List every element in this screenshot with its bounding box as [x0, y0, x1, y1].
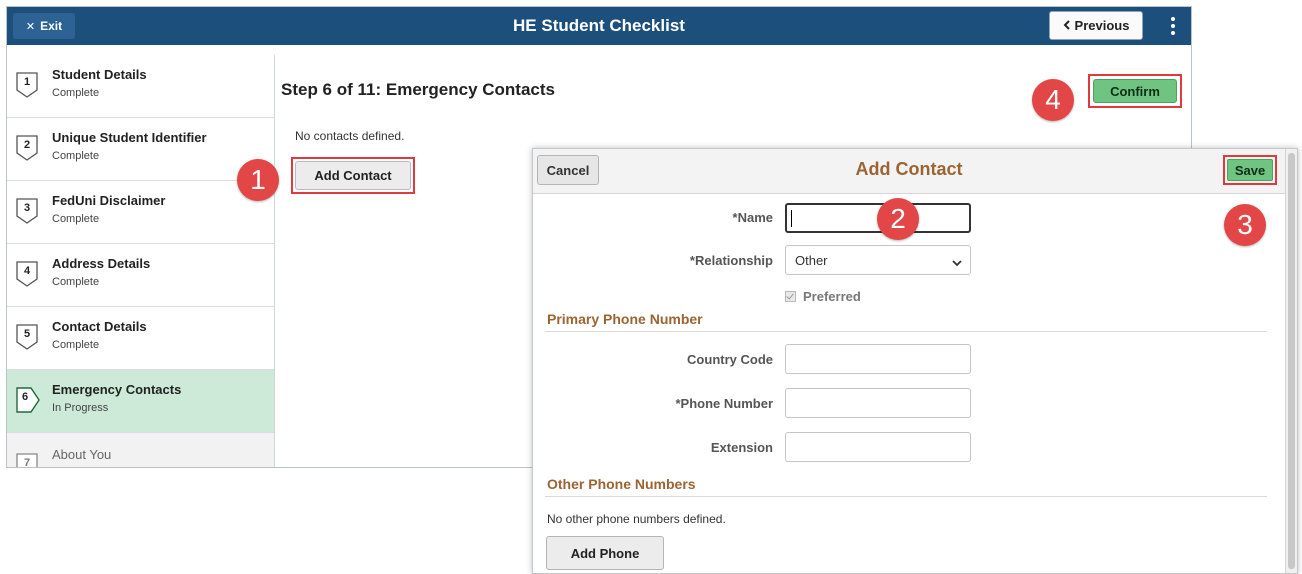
primary-phone-section-title: Primary Phone Number [547, 311, 703, 327]
step-title: Contact Details [52, 319, 147, 334]
step-number-badge: 1 [16, 72, 38, 98]
relationship-value: Other [795, 252, 828, 268]
extension-label: Extension [710, 440, 773, 455]
annotation-marker-2: 2 [877, 198, 919, 240]
name-label: *Name [732, 210, 773, 225]
section-divider [545, 496, 1267, 497]
add-phone-button[interactable]: Add Phone [546, 536, 664, 570]
cancel-button[interactable]: Cancel [537, 155, 599, 185]
step-status: Complete [52, 276, 100, 288]
close-icon: ✕ [25, 20, 36, 33]
preferred-label: Preferred [803, 289, 861, 304]
step-title: FedUni Disclaimer [52, 193, 166, 208]
step-status: Complete [52, 150, 100, 162]
sidebar-step-address-details[interactable]: 4 Address Details Complete [7, 244, 274, 307]
annotation-marker-4: 4 [1032, 79, 1074, 121]
step-number-badge: 7 [16, 453, 38, 467]
no-contacts-text: No contacts defined. [295, 129, 405, 143]
country-code-label: Country Code [687, 352, 773, 367]
sidebar-step-unique-student-identifier[interactable]: 2 Unique Student Identifier Complete [7, 118, 274, 181]
exit-button[interactable]: ✕ Exit [13, 13, 75, 39]
relationship-label: *Relationship [689, 253, 773, 268]
step-number-badge: 4 [16, 261, 38, 287]
dialog-title: Add Contact [855, 158, 963, 179]
other-phones-section-title: Other Phone Numbers [547, 476, 696, 492]
no-other-phones-text: No other phone numbers defined. [547, 512, 726, 526]
sidebar-step-contact-details[interactable]: 5 Contact Details Complete [7, 307, 274, 370]
title-bar: ✕ Exit HE Student Checklist Previous [7, 7, 1191, 45]
save-button[interactable]: Save [1223, 155, 1277, 185]
annotation-marker-1: 1 [237, 159, 279, 201]
sidebar-step-about-you[interactable]: 7 About You [7, 433, 274, 467]
chevron-left-icon [1063, 18, 1071, 33]
step-title: Address Details [52, 256, 151, 271]
page-title: HE Student Checklist [513, 16, 685, 35]
dialog-scrollbar[interactable] [1285, 149, 1297, 573]
phone-number-input[interactable] [785, 388, 971, 418]
previous-label: Previous [1074, 18, 1130, 33]
phone-number-label: *Phone Number [675, 396, 773, 411]
kebab-menu-icon[interactable] [1163, 13, 1183, 39]
sidebar-step-feduni-disclaimer[interactable]: 3 FedUni Disclaimer Complete [7, 181, 274, 244]
step-status: In Progress [52, 402, 109, 414]
step-number-badge: 5 [16, 324, 38, 350]
save-label: Save [1227, 159, 1273, 181]
chevron-down-icon [952, 255, 962, 270]
sidebar-step-emergency-contacts[interactable]: 6 Emergency Contacts In Progress [7, 370, 274, 433]
step-number-badge: 3 [16, 198, 38, 224]
step-title: Unique Student Identifier [52, 130, 207, 145]
step-status: Complete [52, 339, 100, 351]
preferred-checkbox[interactable]: Preferred [785, 289, 861, 304]
steps-sidebar: 1 Student Details Complete 2 Unique Stud… [7, 55, 275, 467]
previous-button[interactable]: Previous [1049, 11, 1143, 40]
dialog-header: Cancel Add Contact Save [533, 149, 1285, 194]
step-status: Complete [52, 213, 100, 225]
confirm-button[interactable]: Confirm [1088, 74, 1182, 108]
add-contact-label: Add Contact [295, 161, 411, 190]
step-title: Emergency Contacts [52, 382, 182, 397]
add-contact-button[interactable]: Add Contact [291, 157, 415, 194]
confirm-label: Confirm [1093, 79, 1177, 103]
country-code-input[interactable] [785, 344, 971, 374]
step-heading: Step 6 of 11: Emergency Contacts [281, 80, 555, 99]
step-status: Complete [52, 87, 100, 99]
section-divider [545, 331, 1267, 332]
annotation-marker-3: 3 [1224, 204, 1266, 246]
relationship-select[interactable]: Other [785, 245, 971, 275]
step-number-badge: 2 [16, 135, 38, 161]
step-title: Student Details [52, 67, 147, 82]
step-number-badge: 6 [16, 387, 40, 413]
extension-input[interactable] [785, 432, 971, 462]
exit-label: Exit [40, 19, 63, 33]
step-title: About You [52, 447, 112, 462]
checkbox-icon [785, 291, 796, 302]
sidebar-step-student-details[interactable]: 1 Student Details Complete [7, 55, 274, 118]
